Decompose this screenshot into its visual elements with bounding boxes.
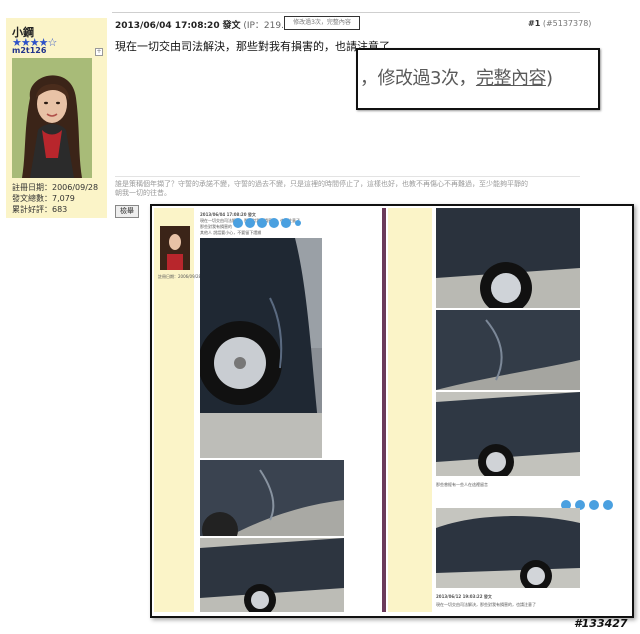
car-dent-photo-image [200,460,344,536]
car-photo-4 [436,208,580,308]
expand-plus-icon[interactable]: + [95,48,103,56]
user-id[interactable]: m2t126 [12,46,46,55]
emoji-faces-icon [233,218,301,228]
car-photo-2 [200,460,344,536]
signature-line-1: 誰是策稱個年擷了？守誓的承諾不變，守誓的過去不變，只是這裡的時間停止了，這樣也好… [115,180,528,188]
register-date: 註冊日期：2006/09/28 [12,183,99,192]
zoom-prefix: ，修改過3次， [360,68,476,89]
inset-left-line2: 其他人 說話要小心，不要留下證據 [200,230,262,235]
zoom-suffix: ) [545,68,553,89]
car-photo-1 [200,238,322,458]
top-divider [112,12,580,13]
car-door-photo-image [436,392,580,476]
inset-mini-stats: 註冊日期：2006/09/28 [158,274,202,279]
inset-mini-avatar [160,226,190,270]
post-label: 發文 [222,21,241,31]
car-side-photo-image [200,538,344,612]
report-button[interactable]: 檢舉 [115,205,139,218]
user-stats: 註冊日期：2006/09/28 發文總數：7,079 累計好評：683 [12,182,98,215]
car-photo-5 [436,310,580,390]
post-number-label: #1 [528,19,541,28]
inset-right-body: 現在一切交由司法解決，那些對我有損害的，也請注意了 [436,602,536,607]
post-number-id: (#5137378) [542,19,592,28]
zoom-link[interactable]: 完整內容 [476,68,547,89]
inset-mini-portrait-image [167,234,183,270]
car-photo-3 [200,538,344,612]
car-bumper-photo-image [436,310,580,390]
car-wheel-photo-image [200,238,322,458]
inset-divider [382,208,386,612]
rating-count: 累計好評：683 [12,205,68,214]
post-count: 發文總數：7,079 [12,194,75,203]
car-photo-6 [436,392,580,476]
car-front-wheel-photo-image [436,208,580,308]
edit-history-link[interactable]: 修改過3次，完整內容 [284,16,360,30]
inset-right-sidebar [388,208,432,612]
post-body: 現在一切交由司法解決，那些對我有損害的，也請注意了 [115,40,390,53]
signature-line-2: 朝我一切的往昔。 [115,189,171,197]
inset-emoji-row [232,214,302,228]
inset-right-emoji-row [560,496,620,510]
signature-divider [115,176,580,177]
post-datetime: 2013/06/04 17:08:20 [115,21,220,31]
avatar-portrait-image [12,58,92,178]
screenshot-inset: 註冊日期：2006/09/28 2013/06/04 17:08:20 發文 現… [150,204,634,618]
post-number[interactable]: #1 (#5137378) [528,19,591,28]
zoom-callout-text: ，修改過3次，完整內容) [360,64,553,90]
inset-left-panel: 註冊日期：2006/09/28 2013/06/04 17:08:20 發文 現… [154,208,382,612]
avatar [12,58,92,178]
signature: 誰是策稱個年擷了？守誓的承諾不變，守誓的過去不變，只是這裡的時間停止了，這樣也好… [115,180,580,198]
car-front-photo-image [436,508,580,588]
inset-right-header: 2013/06/12 19:03:22 發文 [436,594,492,599]
inset-right-panel: 那些曾經有一些人在這裡留言 2013/06/12 19:03:22 發文 現在一… [388,208,628,612]
inset-right-text: 那些曾經有一些人在這裡留言 [436,482,488,487]
car-photo-7 [436,508,580,588]
watermark: #133427 [574,617,628,630]
